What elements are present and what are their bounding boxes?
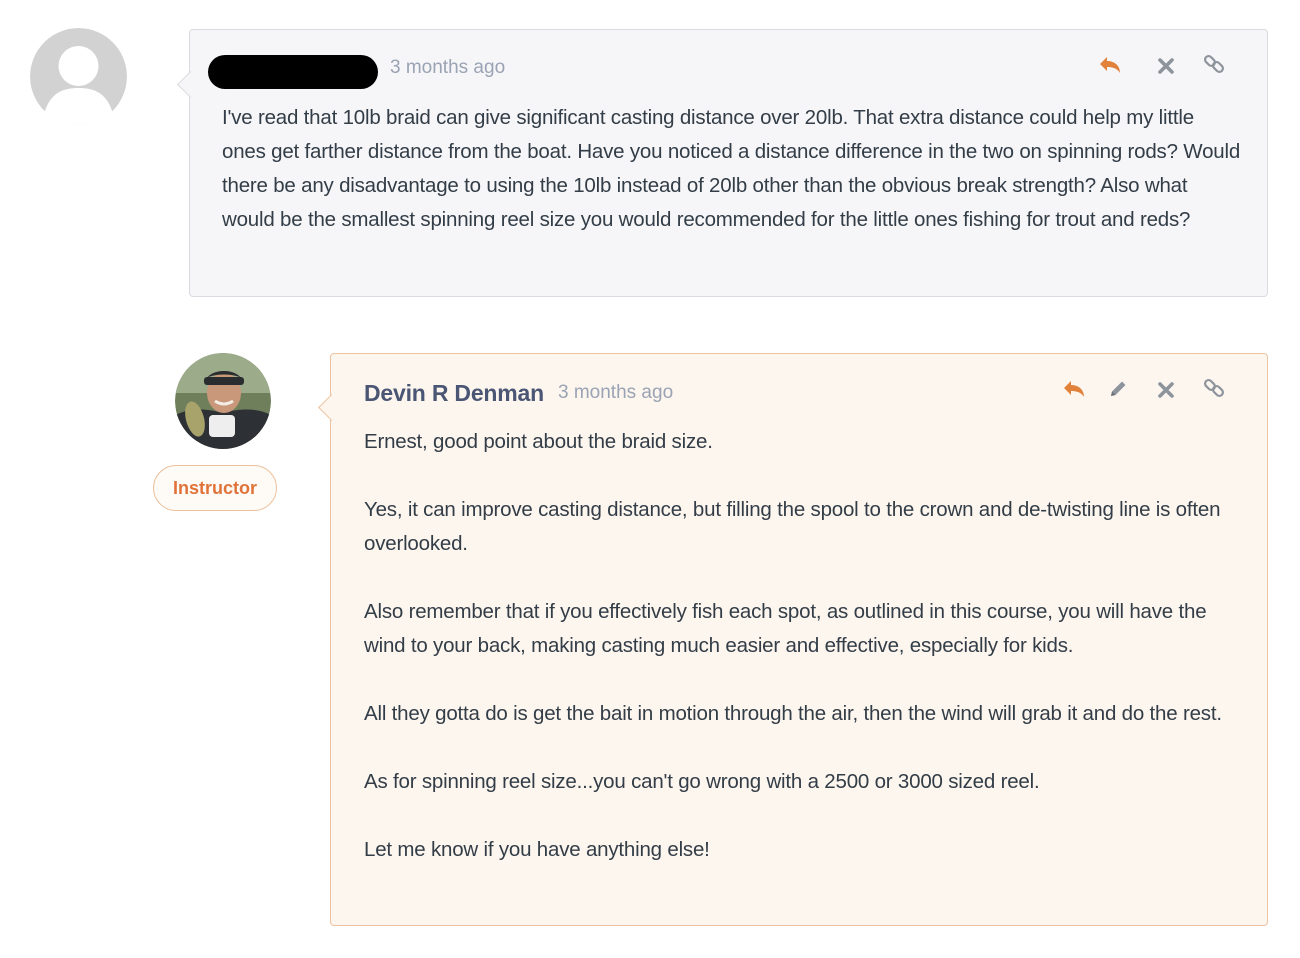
reply-icon[interactable] [1095, 50, 1125, 80]
instructor-badge: Instructor [153, 465, 277, 511]
reply-paragraph: Also remember that if you effectively fi… [364, 600, 1207, 657]
reply-paragraph: As for spinning reel size...you can't go… [364, 770, 1040, 793]
redacted-author-name [208, 55, 378, 89]
reply-paragraph: All they gotta do is get the bait in mot… [364, 702, 1222, 725]
instructor-photo-icon [175, 353, 271, 449]
reply-paragraph: Ernest, good point about the braid size. [364, 430, 713, 453]
comment-timestamp: 3 months ago [390, 57, 506, 78]
reply-paragraph: Yes, it can improve casting distance, bu… [364, 498, 1221, 555]
link-icon[interactable] [1199, 373, 1229, 403]
comment-body: I've read that 10lb braid can give signi… [222, 106, 1241, 231]
link-icon[interactable] [1199, 49, 1229, 79]
user-silhouette-icon [30, 28, 127, 125]
delete-icon[interactable] [1151, 51, 1181, 81]
delete-icon[interactable] [1151, 375, 1181, 405]
comment-timestamp: 3 months ago [558, 382, 674, 403]
instructor-avatar [175, 353, 271, 449]
default-user-avatar [30, 28, 127, 125]
edit-icon[interactable] [1103, 374, 1133, 404]
reply-paragraph: Let me know if you have anything else! [364, 838, 710, 861]
reply-body: Ernest, good point about the braid size.… [364, 425, 1244, 867]
comment-author[interactable]: Devin R Denman [364, 380, 544, 407]
reply-icon[interactable] [1059, 374, 1089, 404]
